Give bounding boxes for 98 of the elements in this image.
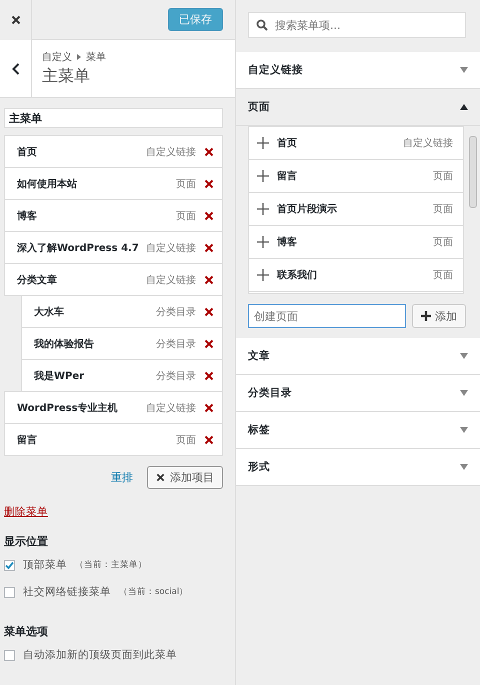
delete-menu-link[interactable]: 删除菜单	[4, 505, 48, 519]
available-item-title: 首页	[277, 136, 298, 150]
remove-icon[interactable]	[204, 402, 214, 412]
accordion-section[interactable]: 标签	[236, 412, 480, 449]
caret-down-icon	[460, 67, 468, 73]
menu-name-field[interactable]: 主菜单	[4, 108, 223, 128]
menu-item[interactable]: 我的体验报告 分类目录	[21, 327, 223, 360]
menu-item-title: 我是WPer	[34, 370, 86, 382]
available-item-type: 页面	[433, 236, 453, 249]
menu-item-type: 页面	[176, 434, 196, 446]
menu-item[interactable]: 博客 页面	[4, 199, 223, 232]
menu-item-type: 自定义链接	[146, 242, 196, 254]
menu-item[interactable]: 分类文章 自定义链接	[4, 263, 223, 296]
search-field[interactable]: 搜索菜单项...	[248, 12, 466, 38]
location-note: （当前：social）	[119, 586, 188, 598]
available-item[interactable]: 博客 页面	[249, 226, 463, 259]
accordion-section[interactable]: 自定义链接	[236, 52, 480, 89]
plus-icon	[257, 236, 269, 248]
caret-down-icon	[460, 427, 468, 433]
remove-icon[interactable]	[204, 274, 214, 284]
menu-item-type: 自定义链接	[146, 274, 196, 286]
menu-item[interactable]: WordPress专业主机 自定义链接	[4, 391, 223, 424]
plus-icon	[257, 170, 269, 182]
menu-item-type: 分类目录	[156, 338, 196, 350]
breadcrumb-parent: 自定义	[42, 50, 72, 64]
menu-item-title: WordPress专业主机	[17, 401, 119, 414]
caret-down-icon	[460, 353, 468, 359]
accordion-section[interactable]: 文章	[236, 338, 480, 375]
menu-item-type: 自定义链接	[146, 402, 196, 414]
section-heading: 显示位置	[4, 534, 49, 549]
accordion-section[interactable]: 形式	[236, 449, 480, 486]
reorder-link[interactable]: 重排	[111, 470, 133, 485]
available-item-type: 自定义链接	[403, 136, 453, 150]
remove-icon[interactable]	[204, 338, 214, 348]
close-icon	[156, 473, 165, 482]
menu-item-title: 大水车	[34, 305, 65, 318]
close-icon	[10, 14, 20, 24]
checkbox-label: 自动添加新的顶级页面到此菜单	[23, 648, 177, 662]
menu-item-title: 博客	[17, 209, 38, 222]
menu-item-type: 分类目录	[156, 370, 196, 382]
create-page-field[interactable]: 创建页面	[248, 304, 406, 328]
remove-icon[interactable]	[204, 146, 214, 156]
menu-item-type: 页面	[176, 178, 196, 190]
checkbox[interactable]	[4, 650, 15, 660]
add-items-button[interactable]: 添加项目	[147, 466, 223, 489]
remove-icon[interactable]	[204, 434, 214, 444]
menu-item-title: 我的体验报告	[34, 338, 95, 350]
available-item-title: 博客	[277, 235, 298, 249]
available-item[interactable]: 首页片段演示 页面	[249, 193, 463, 226]
menu-item-title: 分类文章	[17, 273, 58, 286]
section-heading: 菜单选项	[4, 624, 49, 639]
checkbox-label: 社交网络链接菜单	[23, 585, 111, 599]
caret-down-icon	[460, 390, 468, 396]
remove-icon[interactable]	[204, 370, 214, 380]
menu-item-type: 分类目录	[156, 306, 196, 318]
plus-icon	[257, 203, 269, 215]
available-item-title: 首页片段演示	[277, 202, 338, 216]
panel-title: 主菜单	[42, 66, 91, 87]
remove-icon[interactable]	[204, 306, 214, 316]
checkbox[interactable]	[4, 560, 15, 570]
available-item[interactable]: 留言 页面	[249, 160, 463, 193]
available-item-title: 留言	[277, 169, 298, 183]
available-item-title: 联系我们	[277, 268, 318, 282]
menu-item[interactable]: 如何使用本站 页面	[4, 167, 223, 200]
back-icon	[12, 62, 20, 74]
menu-item[interactable]: 留言 页面	[4, 423, 223, 456]
checkbox[interactable]	[4, 586, 15, 598]
menu-item[interactable]: 大水车 分类目录	[21, 295, 223, 328]
caret-down-icon	[460, 464, 468, 470]
search-icon	[256, 19, 268, 31]
menu-item-type: 自定义链接	[146, 146, 196, 158]
menu-item-title: 留言	[17, 433, 38, 446]
menu-item-title: 如何使用本站	[17, 178, 78, 190]
menu-item-title: 深入了解WordPress 4.7	[17, 242, 140, 254]
breadcrumb-arrow-icon	[77, 54, 81, 60]
available-item[interactable]: 首页 自定义链接	[249, 127, 463, 160]
accordion-section[interactable]: 分类目录	[236, 375, 480, 412]
available-item-type: 页面	[433, 203, 453, 216]
remove-icon[interactable]	[204, 242, 214, 252]
available-item[interactable]: 联系我们 页面	[249, 259, 463, 292]
available-item-type: 页面	[433, 269, 453, 282]
remove-icon[interactable]	[204, 210, 214, 220]
add-button[interactable]: 添加	[412, 304, 466, 328]
breadcrumb-current: 菜单	[86, 50, 106, 64]
menu-item[interactable]: 首页 自定义链接	[4, 135, 223, 168]
close-button[interactable]	[0, 0, 32, 40]
menu-item-type: 页面	[176, 210, 196, 222]
menu-item-title: 首页	[17, 146, 38, 158]
remove-icon[interactable]	[204, 178, 214, 188]
menu-item[interactable]: 我是WPer 分类目录	[21, 359, 223, 392]
checkbox-label: 顶部菜单	[23, 558, 67, 572]
menu-item[interactable]: 深入了解WordPress 4.7 自定义链接	[4, 231, 223, 264]
location-note: （当前：主菜单）	[75, 559, 147, 571]
plus-icon	[257, 269, 269, 281]
plus-icon	[421, 311, 431, 321]
available-item-type: 页面	[433, 170, 453, 183]
caret-up-icon	[460, 104, 468, 110]
plus-icon	[257, 137, 269, 149]
